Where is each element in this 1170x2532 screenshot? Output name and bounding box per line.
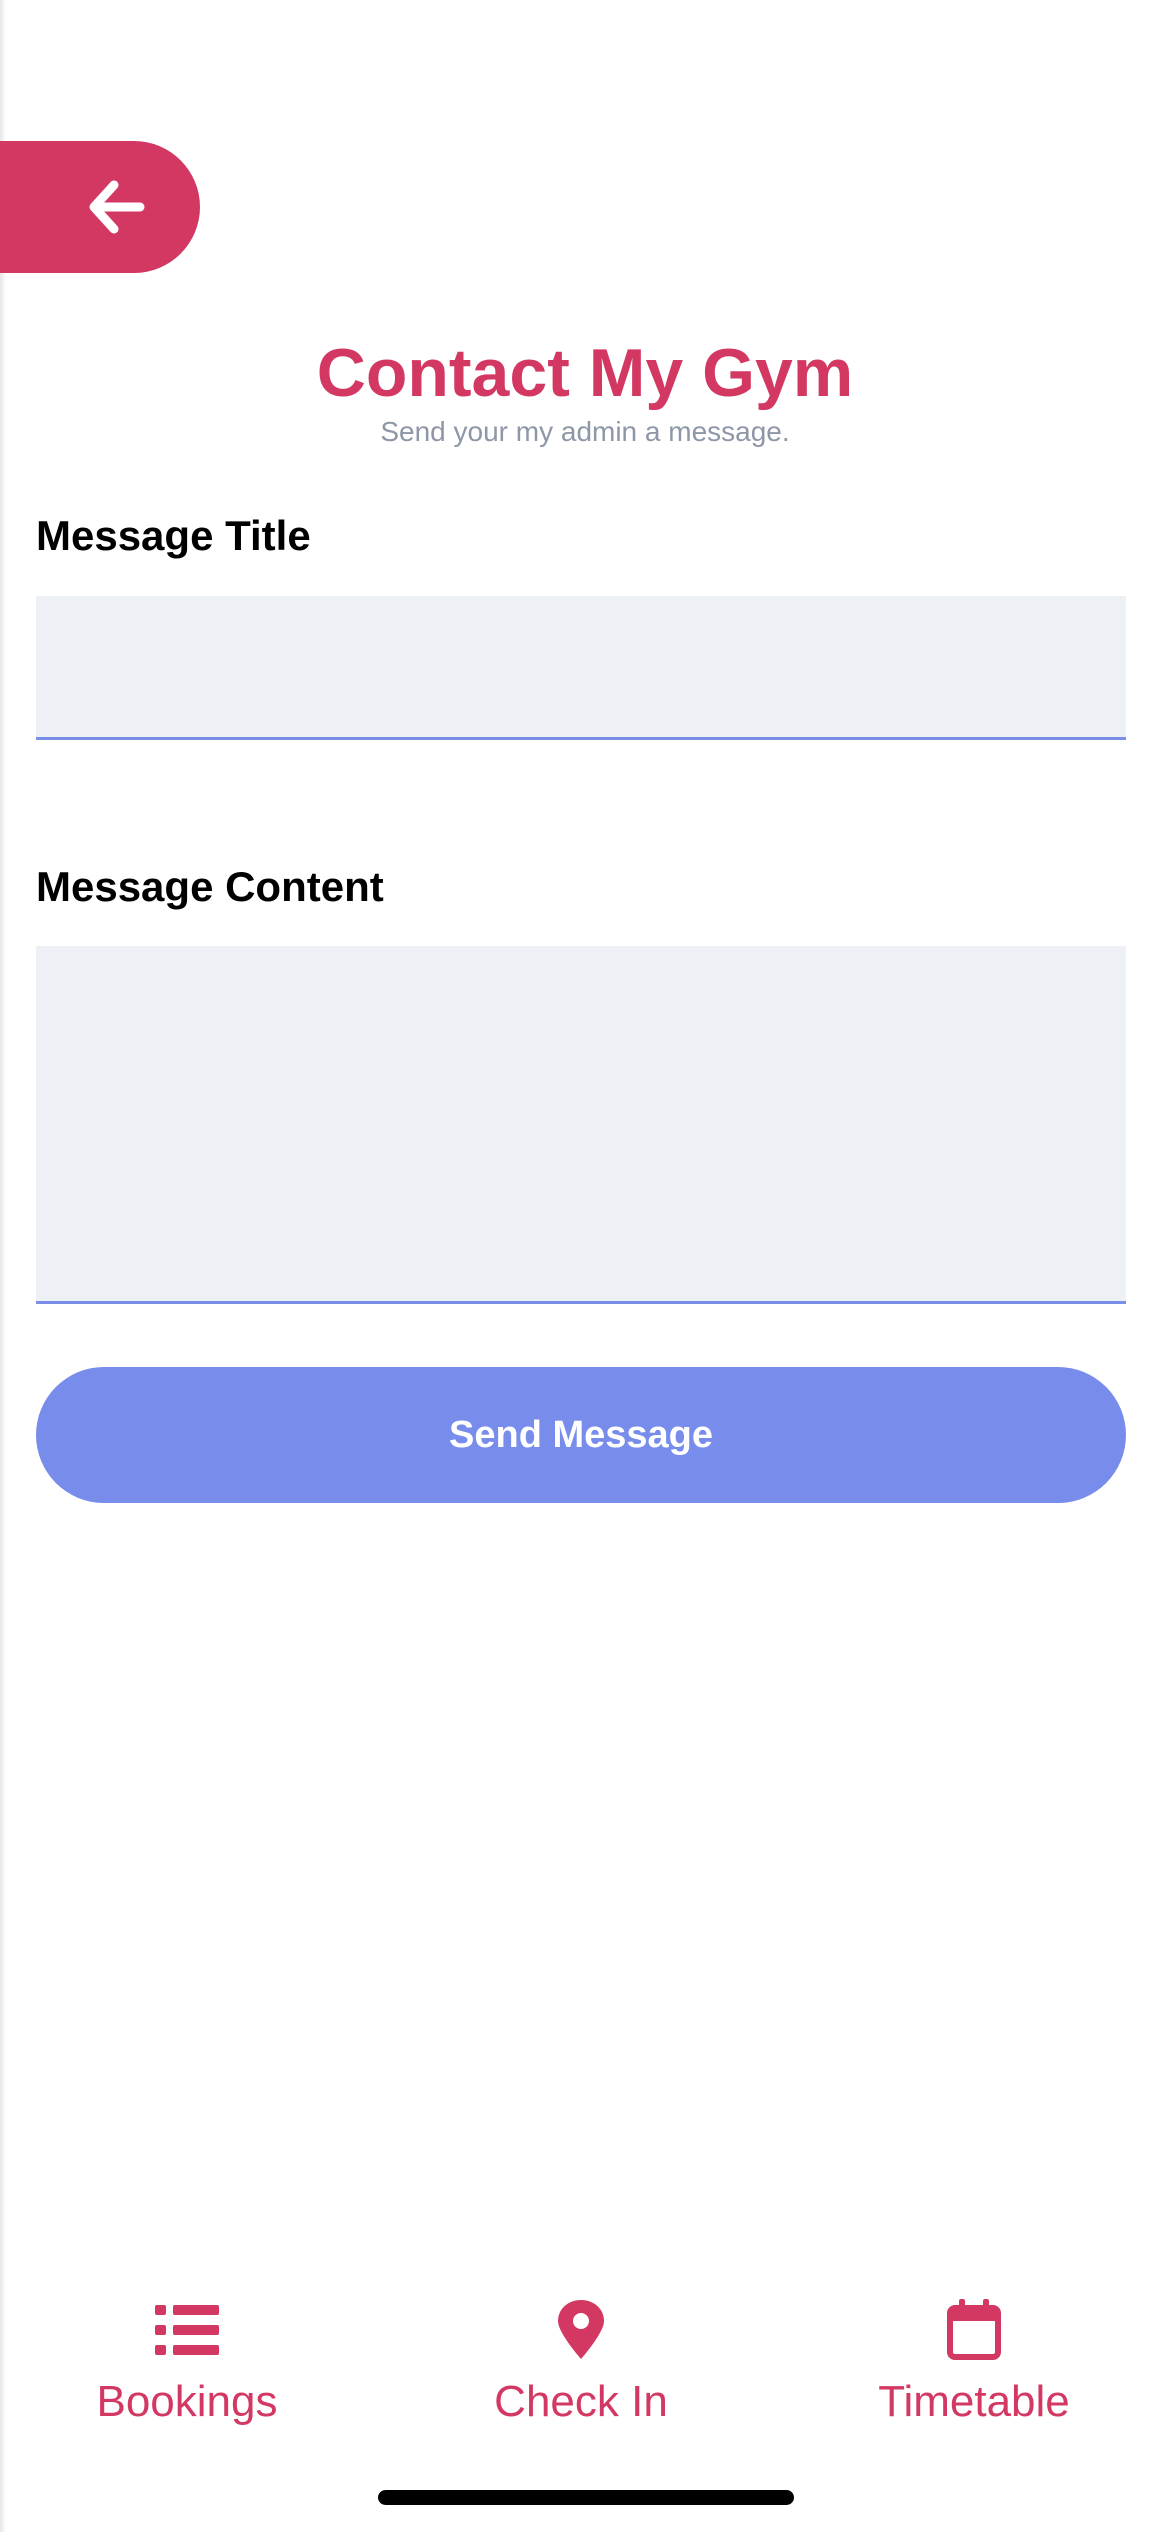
page-header: Contact My Gym Send your my admin a mess… <box>0 332 1170 450</box>
tab-timetable[interactable]: Timetable <box>824 2290 1124 2440</box>
send-message-label: Send Message <box>449 1413 713 1456</box>
page-title: Contact My Gym <box>316 335 854 411</box>
map-pin-icon <box>556 2292 606 2368</box>
tab-bookings[interactable]: Bookings <box>37 2290 337 2440</box>
home-indicator <box>378 2490 794 2505</box>
send-message-button[interactable]: Send Message <box>36 1367 1126 1503</box>
page-subtitle: Send your my admin a message. <box>380 416 790 447</box>
back-button[interactable] <box>0 141 200 273</box>
message-title-input[interactable] <box>36 596 1126 740</box>
bottom-tab-bar: Bookings Check In Timetable <box>0 2290 1170 2450</box>
tab-label: Bookings <box>96 2377 278 2426</box>
message-title-label: Message Title <box>36 512 311 559</box>
calendar-icon <box>946 2292 1002 2368</box>
message-content-label: Message Content <box>36 863 384 910</box>
list-icon <box>155 2292 219 2368</box>
message-content-input[interactable] <box>36 946 1126 1304</box>
arrow-left-icon <box>89 180 145 234</box>
tab-check-in[interactable]: Check In <box>431 2290 731 2440</box>
tab-label: Timetable <box>878 2377 1070 2426</box>
tab-label: Check In <box>494 2377 668 2426</box>
